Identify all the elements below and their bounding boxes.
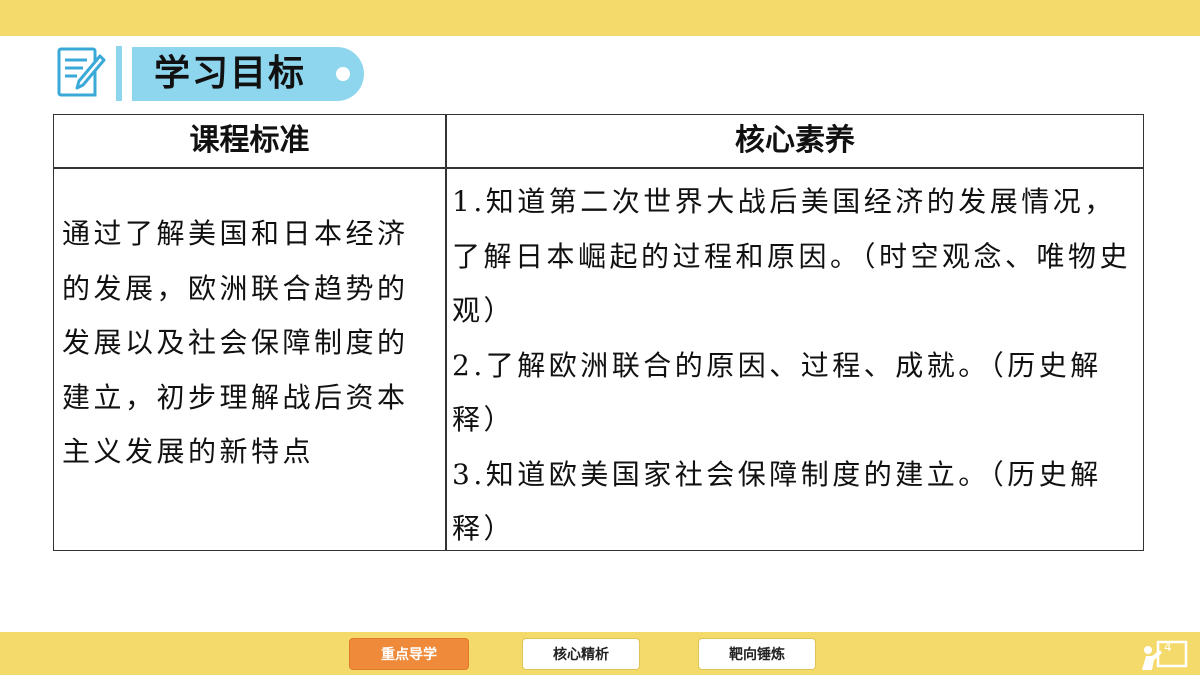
competency-item-3: 3.知道欧美国家社会保障制度的建立。（历史解释） <box>452 457 1102 546</box>
curriculum-standard-text: 通过了解美国和日本经济的发展，欧洲联合趋势的发展以及社会保障制度的建立，初步理解… <box>62 217 409 468</box>
top-bar <box>0 0 1200 36</box>
column-header-standard: 课程标准 <box>189 123 310 158</box>
section-title-banner: 学习目标 <box>132 47 364 101</box>
nav-button-core-analysis[interactable]: 核心精析 <box>522 638 640 670</box>
title-separator <box>116 46 122 101</box>
column-divider <box>445 115 447 550</box>
header-divider <box>54 167 1143 169</box>
competency-list: 1.知道第二次世界大战后美国经济的发展情况，了解日本崛起的过程和原因。（时空观念… <box>452 175 1142 557</box>
competency-item-2: 2.了解欧洲联合的原因、过程、成就。（历史解释） <box>452 348 1102 437</box>
nav-button-targeted-practice[interactable]: 靶向锤炼 <box>698 638 816 670</box>
nav-button-key-guide[interactable]: 重点导学 <box>349 638 469 670</box>
page-number: 4 <box>1164 640 1172 654</box>
title-dot <box>336 67 350 81</box>
notepad-pencil-icon <box>57 47 106 97</box>
competency-item-1: 1.知道第二次世界大战后美国经济的发展情况，了解日本崛起的过程和原因。（时空观念… <box>452 185 1132 327</box>
column-header-competency: 核心素养 <box>735 123 855 158</box>
page-title: 学习目标 <box>154 53 307 94</box>
learning-goals-table: 课程标准 核心素养 通过了解美国和日本经济的发展，欧洲联合趋势的发展以及社会保障… <box>53 114 1144 551</box>
